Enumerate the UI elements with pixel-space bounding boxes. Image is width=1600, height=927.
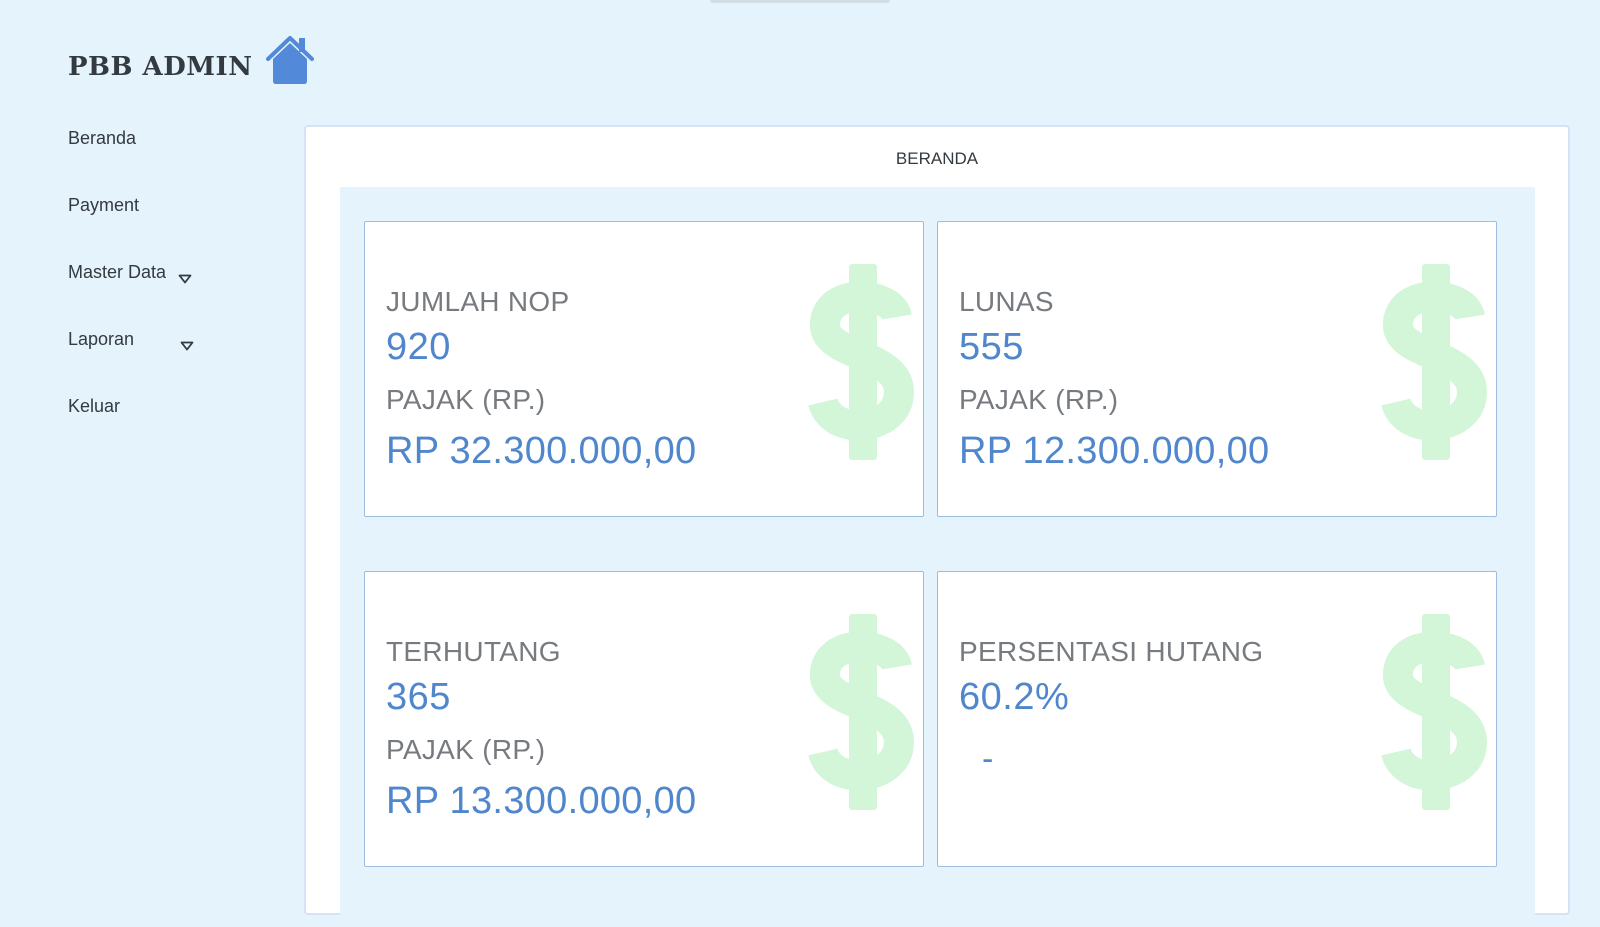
- brand[interactable]: PBB ADMIN: [68, 32, 318, 88]
- sidebar-item-payment[interactable]: Payment: [68, 185, 268, 252]
- sidebar-item-master-data[interactable]: Master Data: [68, 252, 268, 319]
- card-sub-label: PAJAK (RP.): [386, 384, 546, 415]
- top-tab-handle: [710, 0, 890, 3]
- sidebar-item-label: Payment: [68, 195, 140, 215]
- card-note: -: [982, 740, 994, 778]
- card-label: PERSENTASI HUTANG: [959, 636, 1264, 667]
- sidebar-item-laporan[interactable]: Laporan: [68, 319, 268, 386]
- stat-card-jumlah-nop: JUMLAH NOP 920 PAJAK (RP.) RP 32.300.000…: [364, 221, 924, 517]
- brand-title: PBB ADMIN: [68, 52, 253, 82]
- stat-card-terhutang: TERHUTANG 365 PAJAK (RP.) RP 13.300.000,…: [364, 571, 924, 867]
- stat-card-persentasi-hutang: PERSENTASI HUTANG 60.2% -: [937, 571, 1497, 867]
- dollar-icon: [801, 262, 921, 462]
- dollar-icon: [1374, 612, 1494, 812]
- sidebar-item-label: Keluar: [68, 396, 121, 416]
- sidebar-item-beranda[interactable]: Beranda: [68, 118, 268, 185]
- main-panel: BERANDA JUMLAH NOP 920 PAJAK (RP.) RP 32…: [304, 125, 1570, 927]
- caret-down-icon: [180, 335, 194, 356]
- card-amount: RP 13.300.000,00: [386, 780, 697, 822]
- sidebar-item-keluar[interactable]: Keluar: [68, 386, 268, 453]
- card-label: JUMLAH NOP: [386, 286, 570, 317]
- card-value: 365: [386, 676, 451, 718]
- card-sub-label: PAJAK (RP.): [386, 734, 546, 765]
- dollar-icon: [1374, 262, 1494, 462]
- card-amount: RP 32.300.000,00: [386, 430, 697, 472]
- sidebar-item-label: Master Data: [68, 262, 167, 282]
- card-label: LUNAS: [959, 286, 1054, 317]
- card-label: TERHUTANG: [386, 636, 561, 667]
- sidebar-item-label: Beranda: [68, 128, 137, 148]
- sidebar-menu: Beranda Payment Master Data Laporan Kelu…: [68, 118, 268, 453]
- caret-down-icon: [178, 268, 192, 289]
- card-value: 920: [386, 326, 451, 368]
- sidebar-item-label: Laporan: [68, 329, 135, 349]
- home-icon: [262, 32, 318, 88]
- page-title: BERANDA: [895, 149, 979, 168]
- card-sub-label: PAJAK (RP.): [959, 384, 1119, 415]
- card-amount: RP 12.300.000,00: [959, 430, 1270, 472]
- dashboard-area: JUMLAH NOP 920 PAJAK (RP.) RP 32.300.000…: [340, 187, 1535, 927]
- stat-card-lunas: LUNAS 555 PAJAK (RP.) RP 12.300.000,00: [937, 221, 1497, 517]
- dollar-icon: [801, 612, 921, 812]
- card-value: 60.2%: [959, 676, 1070, 718]
- card-value: 555: [959, 326, 1024, 368]
